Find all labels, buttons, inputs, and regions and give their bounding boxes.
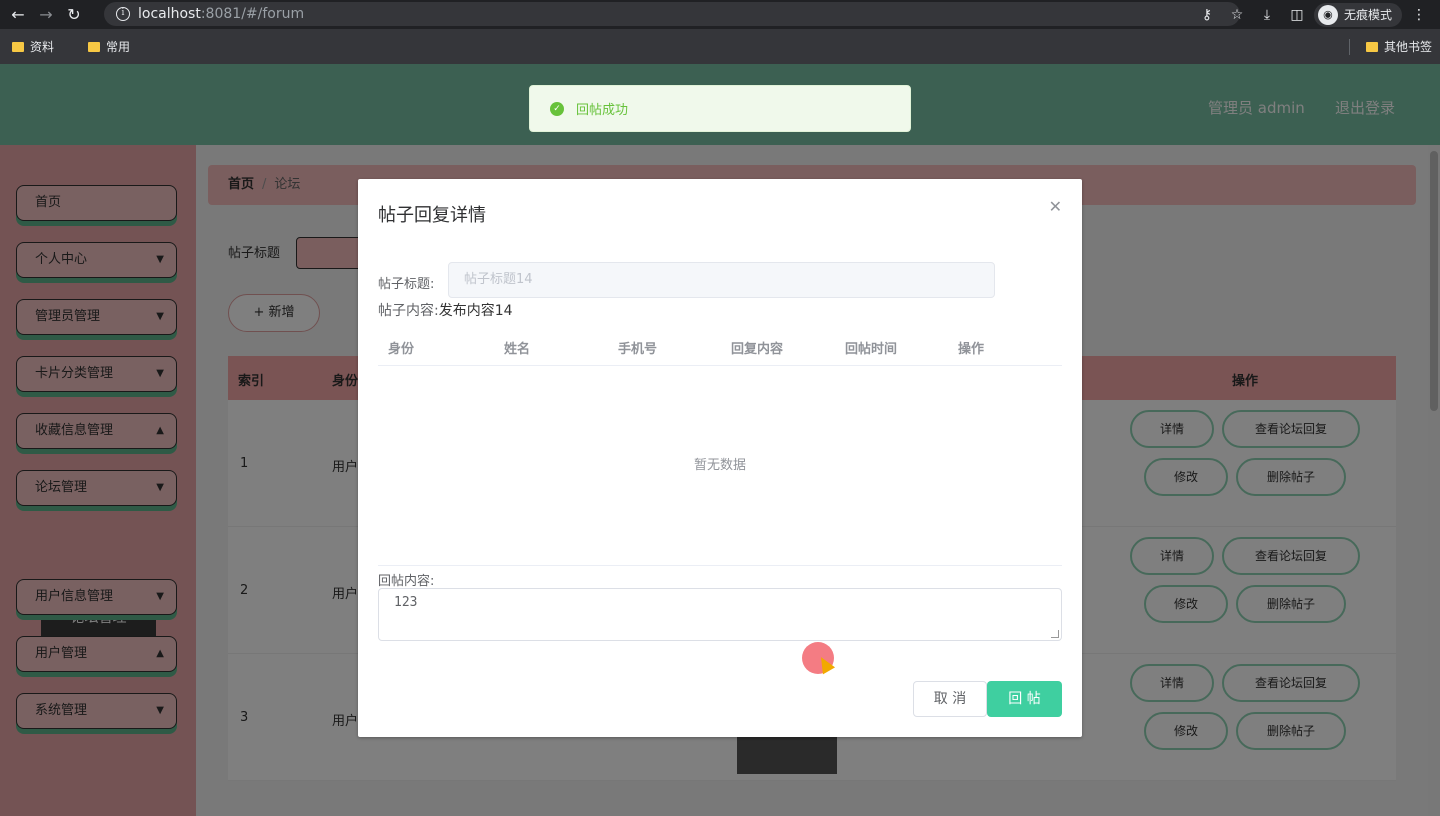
dialog-title: 帖子回复详情	[378, 205, 486, 226]
post-content-value: 发布内容14	[438, 303, 513, 319]
post-content: 帖子内容:发布内容14	[378, 300, 513, 320]
back-icon[interactable]: ←	[4, 1, 32, 29]
sidepanel-icon[interactable]: ◫	[1284, 2, 1310, 28]
col-ops: 操作	[958, 342, 985, 357]
key-icon[interactable]: ⚷	[1194, 2, 1220, 28]
reply-dialog: 帖子回复详情 ✕ 帖子标题: 帖子标题14 帖子内容:发布内容14 身份 姓名 …	[358, 179, 1082, 737]
separator	[1348, 38, 1350, 55]
bookmark-folder[interactable]: 资料	[12, 38, 54, 55]
incognito-label: 无痕模式	[1343, 8, 1392, 22]
star-icon[interactable]: ☆	[1224, 2, 1250, 28]
reply-label: 回帖内容:	[378, 574, 435, 589]
incognito-badge[interactable]: ◉ 无痕模式	[1313, 2, 1402, 27]
post-title-field: 帖子标题14	[448, 262, 995, 298]
folder-icon	[12, 41, 24, 52]
folder-icon	[88, 41, 101, 52]
bookmarks-bar: 资料 常用 其他书签	[0, 29, 1440, 64]
col-phone: 手机号	[618, 342, 658, 357]
col-name: 姓名	[504, 342, 531, 357]
reload-icon[interactable]: ↻	[60, 1, 88, 29]
resize-handle-icon[interactable]	[1051, 630, 1059, 638]
col-identity: 身份	[388, 342, 415, 357]
post-content-label: 帖子内容:	[378, 303, 439, 319]
reply-table-header: 身份 姓名 手机号 回复内容 回帖时间 操作	[378, 324, 1062, 366]
download-icon[interactable]: ⤓	[1254, 2, 1280, 28]
browser-toolbar: ← → ↻ i localhost:8081/#/forum ⚷ ☆ ⤓ ◫ ◉…	[0, 0, 1440, 29]
bookmark-label: 常用	[106, 40, 131, 54]
other-bookmarks-label: 其他书签	[1383, 40, 1432, 54]
close-icon[interactable]: ✕	[1049, 197, 1062, 216]
reply-text: 123	[394, 595, 418, 610]
info-icon[interactable]: i	[116, 7, 130, 21]
url-path: :8081/#/forum	[200, 6, 305, 22]
bookmark-folder[interactable]: 常用	[88, 38, 130, 55]
col-reply-content: 回复内容	[731, 342, 784, 357]
menu-icon[interactable]: ⋮	[1406, 2, 1432, 28]
check-circle-icon: ✓	[550, 101, 564, 116]
col-reply-time: 回帖时间	[845, 342, 898, 357]
other-bookmarks[interactable]: 其他书签	[1348, 29, 1432, 64]
bookmark-label: 资料	[30, 40, 55, 54]
success-toast: ✓ 回帖成功	[529, 85, 911, 132]
cancel-button[interactable]: 取 消	[913, 681, 987, 717]
toast-message: 回帖成功	[576, 103, 629, 118]
forward-icon[interactable]: →	[32, 1, 60, 29]
incognito-icon: ◉	[1317, 4, 1338, 25]
submit-reply-button[interactable]: 回 帖	[987, 681, 1062, 717]
folder-icon	[1365, 41, 1378, 52]
post-title-label: 帖子标题:	[378, 277, 435, 292]
empty-state: 暂无数据	[378, 366, 1062, 566]
url-host: localhost	[138, 6, 201, 22]
reply-textarea[interactable]: 123	[378, 588, 1062, 641]
address-bar[interactable]: i localhost:8081/#/forum	[104, 2, 1240, 26]
